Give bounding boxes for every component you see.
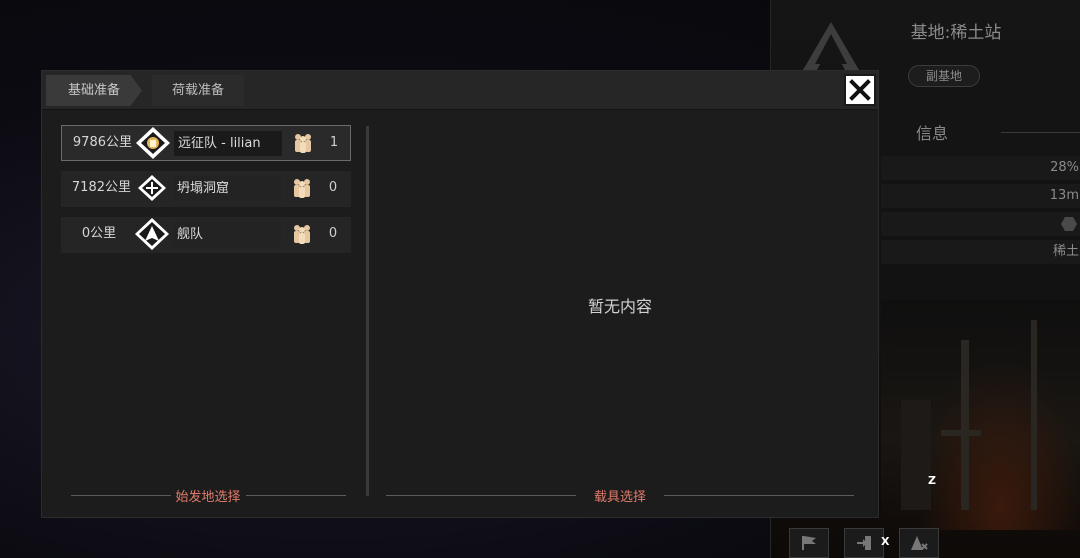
route-select-dialog: 基础准备 荷载准备 9786公里 远征队 - lilian 1 7182公里 坍… (41, 70, 879, 518)
stat-row (881, 212, 1080, 236)
route-member-count: 0 (328, 226, 338, 241)
info-header: 信息 (881, 120, 1080, 144)
flag-icon (802, 536, 816, 550)
route-distance: 9786公里 (72, 135, 132, 150)
people-icon (295, 134, 311, 153)
vehicle-select-button[interactable]: 载具选择 (582, 486, 658, 505)
people-icon (294, 225, 310, 244)
close-icon (849, 79, 871, 101)
stat-value: 13m (1049, 188, 1079, 203)
stat-value: 稀土 (1052, 244, 1079, 259)
divider (664, 495, 854, 496)
route-distance: 0公里 (81, 226, 117, 241)
divider (71, 495, 171, 496)
route-name: 舰队 (173, 222, 281, 247)
base-scene-image (881, 300, 1080, 530)
route-name: 远征队 - lilian (174, 131, 282, 156)
key-hint-x: X (881, 535, 890, 548)
cave-icon (138, 175, 166, 201)
base-title: 基地:稀土站 (910, 23, 1002, 43)
stat-value: 28% (1050, 160, 1079, 175)
stat-row: 稀土 (881, 240, 1080, 264)
fleet-icon (135, 218, 169, 250)
route-member-count: 1 (329, 135, 339, 150)
enter-icon (857, 536, 871, 550)
enter-button[interactable] (844, 528, 884, 558)
divider (246, 495, 346, 496)
close-button[interactable] (844, 74, 876, 106)
empty-state-message: 暂无内容 (587, 297, 652, 316)
route-distance: 7182公里 (71, 180, 131, 195)
divider (1001, 132, 1080, 133)
divider (386, 495, 576, 496)
faction-logo (803, 22, 859, 70)
demolish-button[interactable] (899, 528, 939, 558)
stat-row: 13m (881, 184, 1080, 208)
column-divider (366, 126, 369, 496)
demolish-icon (911, 536, 928, 550)
flag-button[interactable] (789, 528, 829, 558)
tab-basic-prep[interactable]: 基础准备 (46, 75, 142, 106)
origin-select-button[interactable]: 始发地选择 (170, 486, 246, 505)
dialog-header: 基础准备 荷载准备 (42, 71, 878, 110)
tab-load-prep[interactable]: 荷载准备 (152, 75, 244, 106)
expedition-icon (136, 127, 170, 159)
route-item-expedition[interactable]: 9786公里 远征队 - lilian 1 (61, 125, 351, 161)
route-item-fleet[interactable]: 0公里 舰队 0 (61, 217, 351, 253)
info-title: 信息 (916, 124, 949, 143)
sub-base-badge: 副基地 (908, 65, 980, 87)
route-name: 坍塌洞窟 (173, 176, 281, 201)
route-member-count: 0 (328, 180, 338, 195)
stat-row: 28% (881, 156, 1080, 180)
hexagon-icon (1061, 217, 1077, 231)
route-item-cave[interactable]: 7182公里 坍塌洞窟 0 (61, 171, 351, 207)
people-icon (294, 179, 310, 198)
key-hint-z: Z (928, 474, 936, 487)
